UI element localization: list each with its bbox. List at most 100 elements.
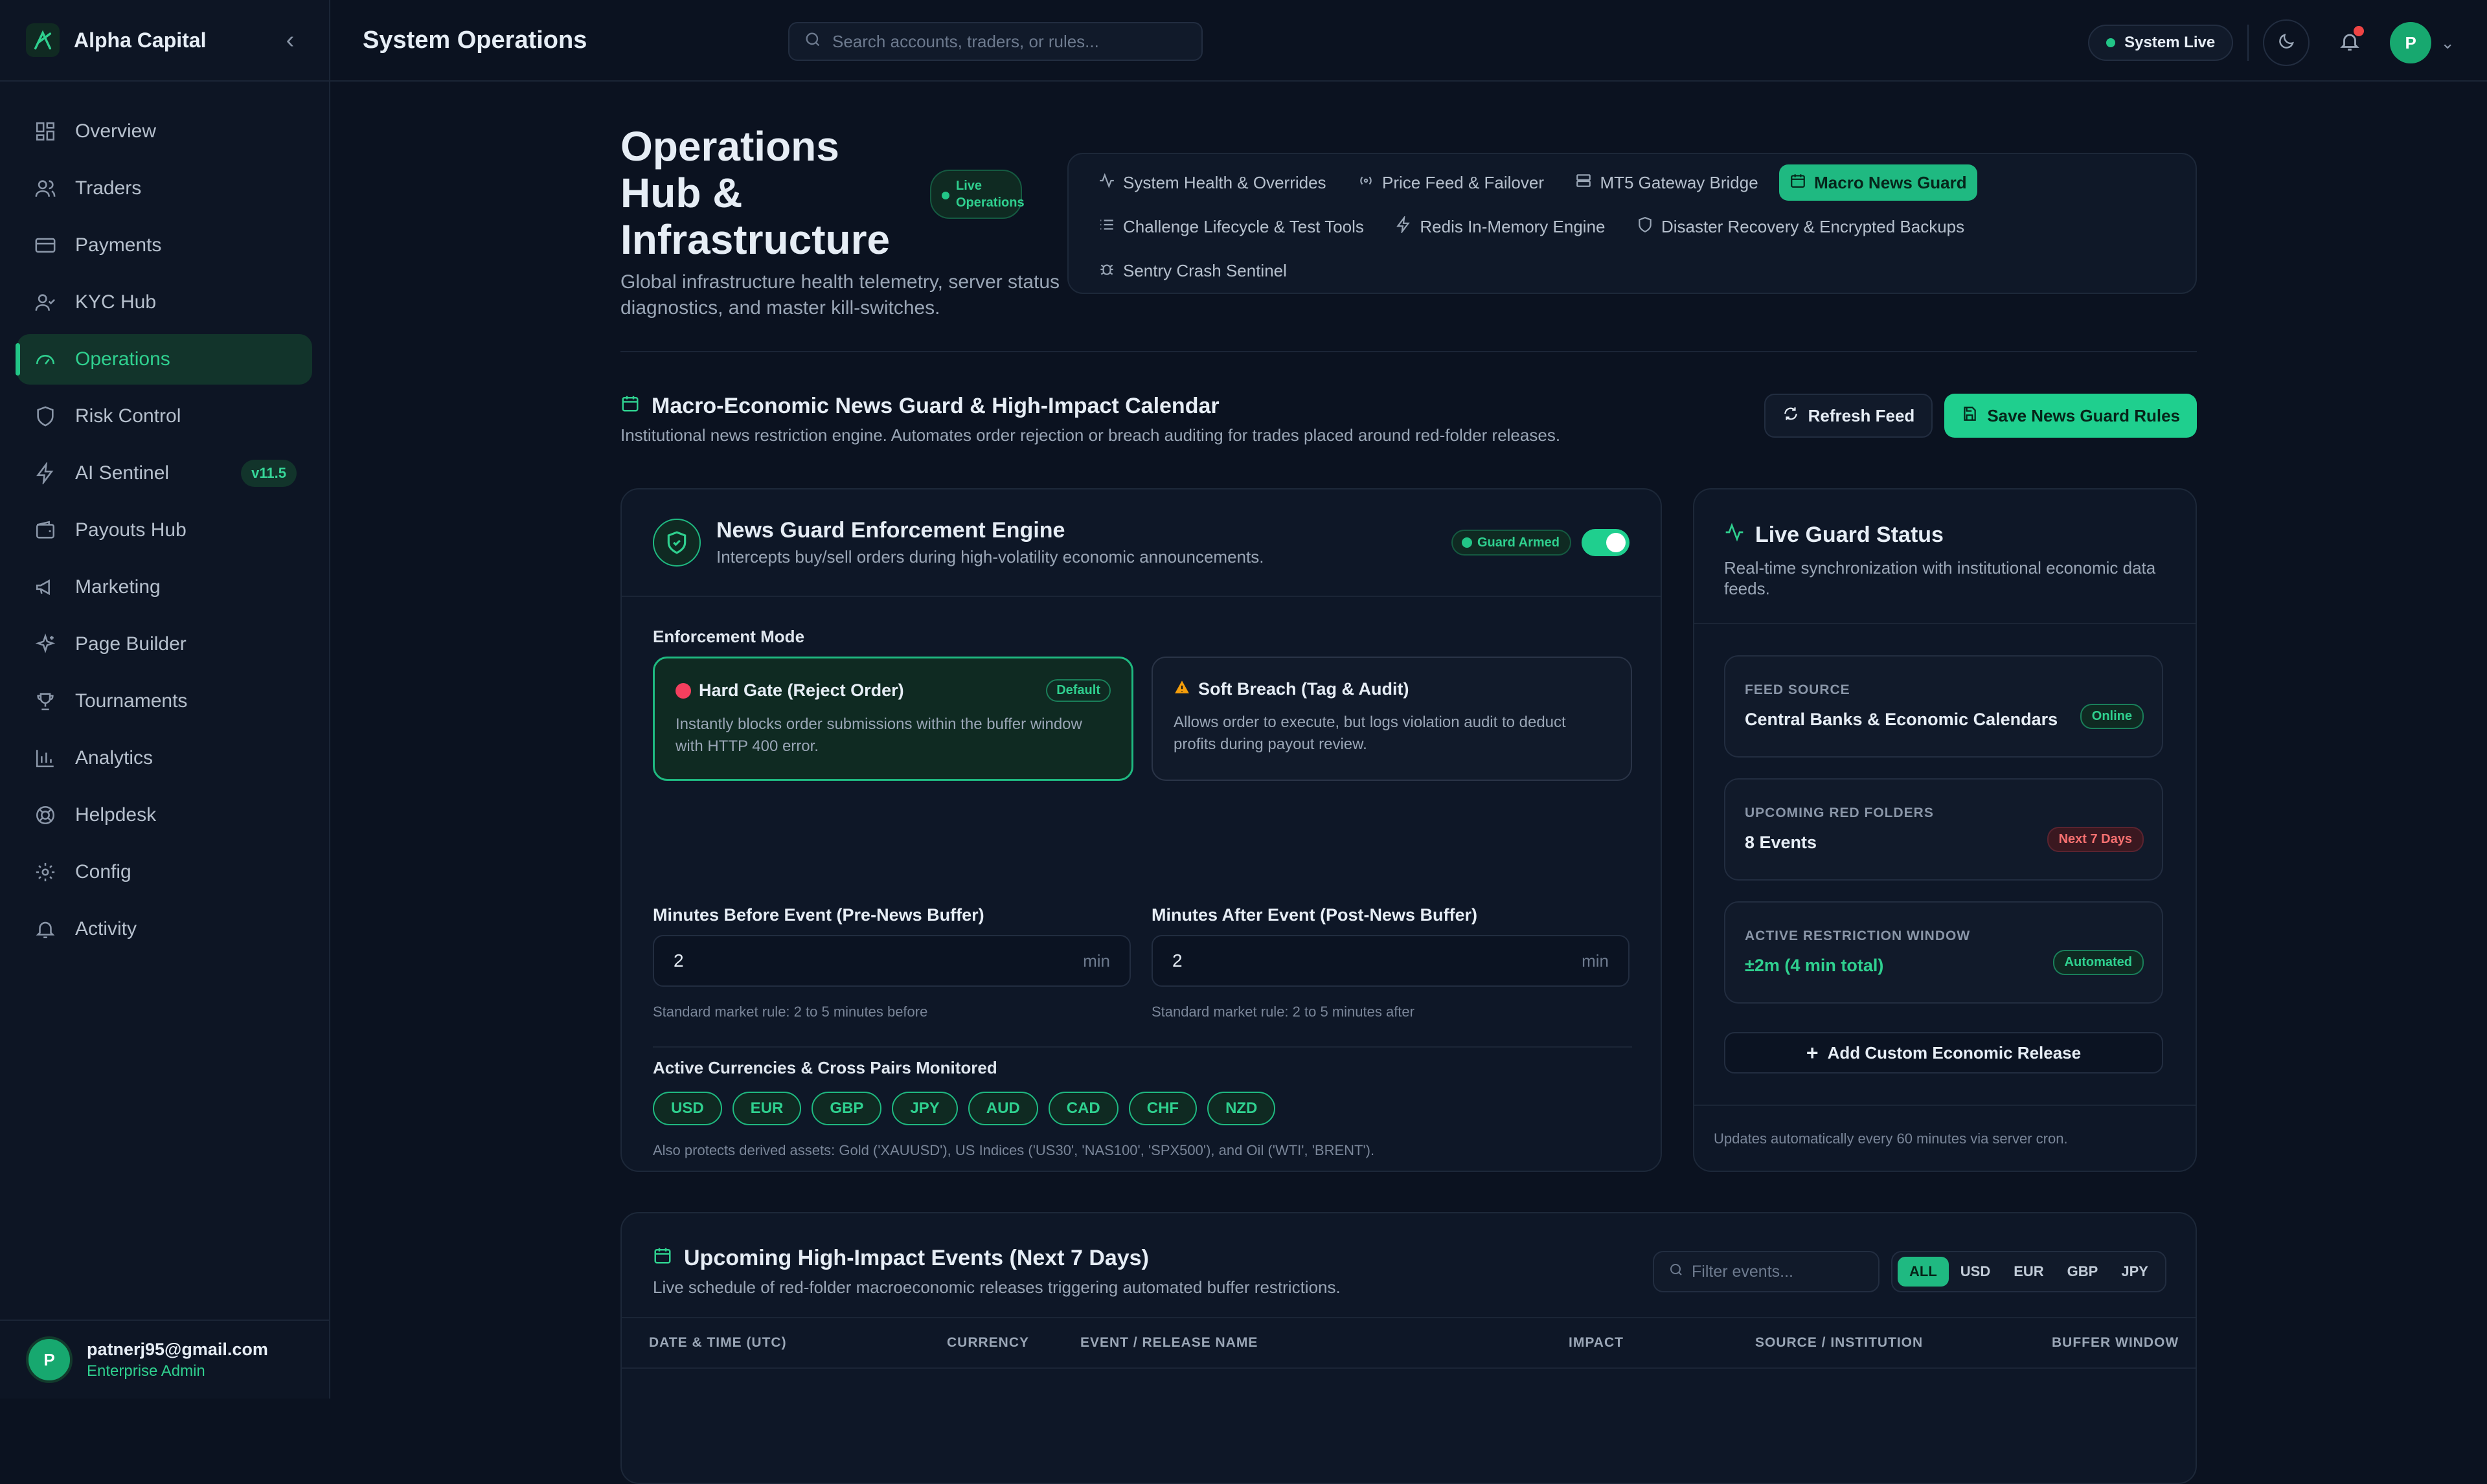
column-header[interactable]: IMPACT (1569, 1335, 1624, 1351)
zap-icon (32, 460, 58, 486)
tab-disaster-recovery[interactable]: Disaster Recovery & Encrypted Backups (1626, 208, 1975, 245)
currency-chip[interactable]: USD (653, 1092, 722, 1125)
filter-gbp[interactable]: GBP (2056, 1257, 2110, 1287)
trophy-icon (32, 688, 58, 714)
bar-chart-icon (32, 745, 58, 771)
sidebar-item-traders[interactable]: Traders (17, 163, 312, 214)
add-custom-release-button[interactable]: + Add Custom Economic Release (1724, 1032, 2163, 1074)
currency-chip[interactable]: JPY (892, 1092, 958, 1125)
upcoming-events-card: Upcoming High-Impact Events (Next 7 Days… (620, 1212, 2197, 1484)
refresh-feed-button[interactable]: Refresh Feed (1764, 394, 1933, 438)
filter-usd[interactable]: USD (1949, 1257, 2002, 1287)
engine-subtitle: Intercepts buy/sell orders during high-v… (716, 547, 1264, 567)
theme-toggle-button[interactable] (2263, 19, 2310, 66)
tab-system-health[interactable]: System Health & Overrides (1088, 164, 1337, 201)
section-header: Macro-Economic News Guard & High-Impact … (620, 394, 2197, 445)
guard-armed-badge: Guard Armed (1451, 530, 1571, 556)
derived-assets-note: Also protects derived assets: Gold ('XAU… (653, 1142, 1375, 1158)
search-placeholder: Search accounts, traders, or rules... (832, 31, 1099, 51)
pre-buffer-input[interactable]: 2 min (653, 935, 1131, 987)
shield-icon (32, 403, 58, 429)
mode-hard-gate[interactable]: Hard Gate (Reject Order) Default Instantl… (653, 657, 1133, 781)
sidebar-item-payments[interactable]: Payments (17, 220, 312, 271)
sidebar-item-payouts-hub[interactable]: Payouts Hub (17, 505, 312, 556)
sidebar-item-overview[interactable]: Overview (17, 106, 312, 157)
live-operations-badge: Live Operations (930, 170, 1025, 219)
currency-chip[interactable]: EUR (732, 1092, 802, 1125)
avatar: P (26, 1336, 73, 1383)
avatar[interactable]: P (2390, 22, 2432, 63)
column-header[interactable]: EVENT / RELEASE NAME (1080, 1335, 1258, 1351)
tab-mt5-gateway[interactable]: MT5 Gateway Bridge (1565, 164, 1768, 201)
user-profile[interactable]: P patnerj95@gmail.com Enterprise Admin (0, 1320, 330, 1399)
sidebar-item-marketing[interactable]: Marketing (17, 562, 312, 613)
version-badge: v11.5 (241, 460, 297, 487)
tab-macro-news-guard[interactable]: Macro News Guard (1779, 164, 1977, 201)
reject-icon (676, 682, 691, 699)
search-input[interactable]: Search accounts, traders, or rules... (788, 22, 1203, 61)
calendar-icon (1789, 172, 1806, 194)
save-rules-button[interactable]: Save News Guard Rules (1944, 394, 2197, 438)
hub-title: Operations Hub & Infrastructure (620, 123, 891, 263)
currency-chip[interactable]: CHF (1128, 1092, 1198, 1125)
status-title: Live Guard Status (1755, 523, 1944, 547)
zap-icon (1395, 214, 1412, 238)
gauge-icon (32, 346, 58, 372)
sidebar-item-operations[interactable]: Operations (16, 334, 312, 385)
sidebar-item-label: Traders (75, 177, 142, 199)
sidebar-item-label: Config (75, 861, 131, 883)
guard-enabled-toggle[interactable] (1582, 529, 1630, 556)
mode-soft-breach[interactable]: Soft Breach (Tag & Audit) Allows order t… (1152, 657, 1632, 781)
sidebar-item-helpdesk[interactable]: Helpdesk (17, 790, 312, 840)
tab-challenge-lifecycle[interactable]: Challenge Lifecycle & Test Tools (1088, 208, 1374, 245)
user-check-icon (32, 289, 58, 315)
chevron-down-icon[interactable]: ⌄ (2440, 33, 2455, 53)
collapse-sidebar-icon[interactable]: ‹ (277, 27, 303, 54)
filter-jpy[interactable]: JPY (2109, 1257, 2160, 1287)
sidebar-item-label: AI Sentinel (75, 462, 170, 484)
pre-buffer-label: Minutes Before Event (Pre-News Buffer) (653, 905, 984, 925)
default-badge: Default (1046, 679, 1111, 702)
currency-chip[interactable]: AUD (968, 1092, 1038, 1125)
list-icon (1098, 216, 1115, 238)
column-header[interactable]: CURRENCY (947, 1335, 1029, 1351)
status-footer: Updates automatically every 60 minutes v… (1714, 1130, 2068, 1147)
sidebar-item-page-builder[interactable]: Page Builder (17, 619, 312, 669)
status-badge: Automated (2052, 950, 2144, 975)
sidebar-item-tournaments[interactable]: Tournaments (17, 676, 312, 726)
sidebar-item-kyc-hub[interactable]: KYC Hub (17, 277, 312, 328)
sidebar-item-label: Activity (75, 918, 137, 939)
tab-sentry-crash[interactable]: Sentry Crash Sentinel (1088, 253, 1297, 289)
tab-redis-engine[interactable]: Redis In-Memory Engine (1385, 208, 1615, 245)
tab-price-feed[interactable]: Price Feed & Failover (1347, 164, 1554, 201)
sidebar: Alpha Capital ‹ Overview Traders Payment… (0, 0, 330, 1399)
sidebar-item-activity[interactable]: Activity (17, 904, 312, 954)
column-header[interactable]: BUFFER WINDOW (2052, 1335, 2179, 1351)
column-header[interactable]: SOURCE / INSTITUTION (1755, 1335, 1923, 1351)
wallet-icon (32, 517, 58, 543)
enforcement-mode-label: Enforcement Mode (653, 627, 805, 646)
events-filter-input[interactable]: Filter events... (1653, 1251, 1879, 1292)
page-title: System Operations (363, 26, 587, 54)
notifications-button[interactable] (2326, 19, 2373, 66)
sidebar-item-ai-sentinel[interactable]: AI Sentinel v11.5 (17, 448, 312, 499)
shield-check-icon (653, 519, 701, 567)
section-title: Macro-Economic News Guard & High-Impact … (652, 394, 1220, 418)
currency-chip[interactable]: NZD (1207, 1092, 1276, 1125)
currency-chip[interactable]: GBP (812, 1092, 882, 1125)
enforcement-engine-card: News Guard Enforcement Engine Intercepts… (620, 488, 1662, 1172)
restriction-window-box: ACTIVE RESTRICTION WINDOW ±2m (4 min tot… (1724, 901, 2163, 1004)
grid-icon (32, 118, 58, 144)
sidebar-item-analytics[interactable]: Analytics (17, 733, 312, 783)
currency-chip[interactable]: CAD (1048, 1092, 1119, 1125)
post-buffer-input[interactable]: 2 min (1152, 935, 1630, 987)
events-title: Upcoming High-Impact Events (Next 7 Days… (684, 1246, 1149, 1270)
bug-icon (1098, 260, 1115, 282)
sidebar-item-config[interactable]: Config (17, 847, 312, 897)
column-header[interactable]: DATE & TIME (UTC) (649, 1335, 787, 1351)
sidebar-item-risk-control[interactable]: Risk Control (17, 391, 312, 442)
filter-all[interactable]: ALL (1898, 1257, 1949, 1287)
currency-filter: ALL USD EUR GBP JPY (1891, 1251, 2166, 1292)
filter-eur[interactable]: EUR (2002, 1257, 2055, 1287)
status-subtitle: Real-time synchronization with instituti… (1724, 558, 2156, 598)
